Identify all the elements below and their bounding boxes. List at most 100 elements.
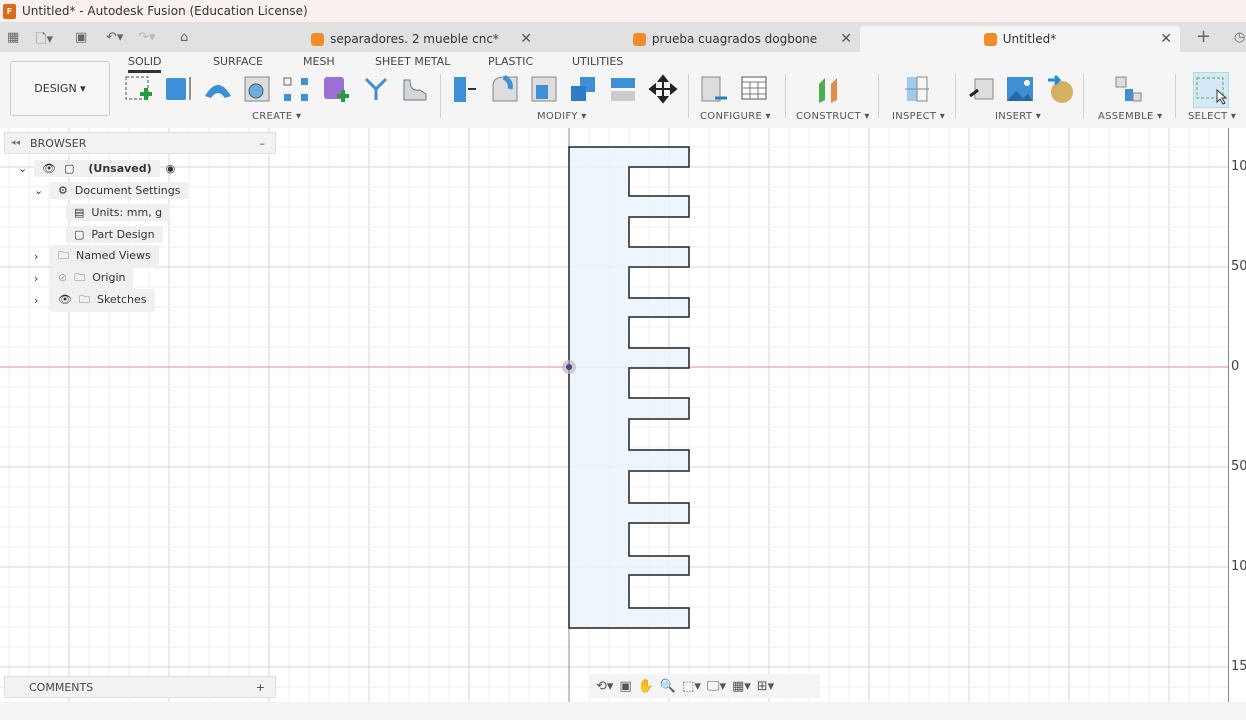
display-settings-icon[interactable]: 🖵▾ bbox=[707, 679, 726, 694]
workspace-switcher[interactable]: DESIGN ▾ bbox=[10, 61, 110, 116]
chevron-right-icon[interactable]: › bbox=[34, 294, 50, 307]
emboss-icon[interactable] bbox=[400, 74, 430, 104]
combine-icon[interactable] bbox=[568, 74, 598, 104]
grid-snaps-icon[interactable]: ▦▾ bbox=[732, 679, 751, 694]
create-sketch-icon[interactable] bbox=[124, 74, 154, 104]
clock-icon[interactable]: ◷ bbox=[1234, 30, 1245, 45]
ruler-label: 50 bbox=[1231, 459, 1246, 474]
configuration-table-icon[interactable] bbox=[739, 74, 769, 104]
tab-solid[interactable]: SOLID bbox=[128, 55, 162, 73]
sketch-profile[interactable] bbox=[0, 128, 1246, 702]
cube-icon bbox=[311, 32, 325, 46]
navigation-bar: ⟲▾ ▣ ✋ 🔍 ⬚▾ 🖵▾ ▦▾ ⊞▾ bbox=[590, 674, 820, 698]
derive-icon[interactable] bbox=[361, 74, 391, 104]
change-parameters-icon[interactable] bbox=[699, 74, 729, 104]
chevron-down-icon[interactable]: ⌄ bbox=[34, 184, 50, 197]
extrude-icon[interactable] bbox=[163, 74, 193, 104]
eye-icon[interactable]: 👁 bbox=[58, 293, 72, 306]
fillet-icon[interactable] bbox=[490, 74, 520, 104]
configure-menu[interactable]: CONFIGURE ▾ bbox=[700, 111, 771, 122]
ruler-label: 0 bbox=[1231, 359, 1240, 374]
modify-menu[interactable]: MODIFY ▾ bbox=[537, 111, 587, 122]
tree-label: Document Settings bbox=[74, 183, 181, 197]
tab-mesh[interactable]: MESH bbox=[303, 55, 335, 68]
press-pull-icon[interactable] bbox=[450, 74, 480, 104]
zoom-icon[interactable]: 🔍 bbox=[660, 679, 676, 694]
chevron-down-icon[interactable]: ⌄ bbox=[18, 162, 34, 175]
comments-title: COMMENTS bbox=[29, 680, 94, 694]
pan-icon[interactable]: ✋ bbox=[638, 679, 654, 694]
redo-icon[interactable]: ↷▾ bbox=[138, 30, 155, 45]
new-tab-icon[interactable]: + bbox=[1196, 26, 1211, 47]
folder-icon: 🗀 bbox=[78, 292, 90, 306]
ruler-label: 50 bbox=[1231, 259, 1246, 274]
construct-menu[interactable]: CONSTRUCT ▾ bbox=[796, 111, 870, 122]
tree-named-views[interactable]: › 🗀 Named Views bbox=[34, 244, 159, 268]
save-icon[interactable]: ▣ bbox=[75, 30, 87, 45]
close-tab-icon[interactable]: ✕ bbox=[1160, 31, 1172, 47]
offset-plane-icon[interactable] bbox=[815, 74, 845, 104]
look-at-icon[interactable]: ▣ bbox=[619, 679, 631, 694]
file-menu-icon[interactable]: 🗋▾ bbox=[36, 30, 53, 52]
create-menu[interactable]: CREATE ▾ bbox=[252, 111, 301, 122]
canvas-image-icon[interactable] bbox=[1005, 74, 1035, 104]
browser-panel-header[interactable]: ◂◂ BROWSER – bbox=[4, 132, 276, 154]
measure-icon[interactable] bbox=[902, 74, 932, 104]
app-grid-icon[interactable]: ▦ bbox=[7, 30, 19, 45]
pattern-icon[interactable] bbox=[281, 74, 311, 104]
ruler-label: 15 bbox=[1231, 659, 1246, 674]
tree-part-design[interactable]: ▢ Part Design bbox=[66, 224, 163, 244]
move-icon[interactable] bbox=[648, 74, 678, 104]
hole-icon[interactable] bbox=[242, 74, 272, 104]
chevron-right-icon[interactable]: › bbox=[34, 272, 50, 285]
tab-prueba[interactable]: prueba cuagrados dogbone ✕ bbox=[590, 26, 860, 52]
tab-label: separadores. 2 mueble cnc* bbox=[330, 32, 499, 46]
title-bar: F Untitled* - Autodesk Fusion (Education… bbox=[0, 0, 1246, 22]
collapse-panel-icon[interactable]: ◂◂ bbox=[11, 138, 20, 148]
comb-sketch-outline[interactable] bbox=[568, 146, 690, 629]
close-tab-icon[interactable]: ✕ bbox=[840, 31, 852, 47]
tab-separadores[interactable]: separadores. 2 mueble cnc* ✕ bbox=[270, 26, 540, 52]
add-comment-icon[interactable]: + bbox=[256, 681, 265, 694]
revolve-icon[interactable] bbox=[203, 74, 233, 104]
select-icon[interactable] bbox=[1193, 72, 1229, 108]
insert-mesh-icon[interactable] bbox=[1046, 74, 1076, 104]
create-form-icon[interactable] bbox=[321, 74, 351, 104]
insert-derive-icon[interactable] bbox=[967, 74, 997, 104]
tab-untitled[interactable]: Untitled* ✕ bbox=[860, 26, 1180, 52]
comments-panel[interactable]: COMMENTS + bbox=[4, 676, 276, 698]
tab-label: prueba cuagrados dogbone bbox=[651, 32, 818, 46]
tab-plastic[interactable]: PLASTIC bbox=[488, 55, 533, 68]
chevron-right-icon[interactable]: › bbox=[34, 250, 50, 263]
fit-icon[interactable]: ⬚▾ bbox=[682, 679, 701, 694]
tree-document-settings[interactable]: ⌄ ⚙ Document Settings bbox=[34, 180, 189, 200]
offset-face-icon[interactable] bbox=[608, 74, 638, 104]
assemble-menu[interactable]: ASSEMBLE ▾ bbox=[1098, 111, 1162, 122]
tab-utilities[interactable]: UTILITIES bbox=[572, 55, 623, 68]
eye-hidden-icon[interactable]: ⊘ bbox=[58, 271, 67, 284]
component-icon: ▢ bbox=[74, 227, 85, 241]
gear-icon: ⚙ bbox=[58, 183, 68, 197]
orbit-icon[interactable]: ⟲▾ bbox=[596, 679, 613, 694]
tree-sketches[interactable]: › 👁 🗀 Sketches bbox=[34, 288, 155, 312]
undo-icon[interactable]: ↶▾ bbox=[106, 30, 123, 45]
shell-icon[interactable] bbox=[529, 74, 559, 104]
select-menu[interactable]: SELECT ▾ bbox=[1188, 111, 1236, 122]
home-icon[interactable]: ⌂ bbox=[180, 30, 188, 45]
document-tab-bar: ▦ 🗋▾ ▣ ↶▾ ↷▾ ⌂ separadores. 2 mueble cnc… bbox=[0, 22, 1246, 52]
tree-units[interactable]: ▤ Units: mm, g bbox=[66, 202, 171, 222]
tab-surface[interactable]: SURFACE bbox=[213, 55, 263, 68]
viewport-canvas[interactable]: 10 50 0 50 10 15 bbox=[0, 128, 1246, 702]
insert-menu[interactable]: INSERT ▾ bbox=[995, 111, 1041, 122]
new-component-icon[interactable] bbox=[1113, 74, 1143, 104]
tree-origin[interactable]: › ⊘ 🗀 Origin bbox=[34, 266, 134, 290]
close-tab-icon[interactable]: ✕ bbox=[520, 31, 532, 47]
activate-radio-icon[interactable]: ◉ bbox=[166, 162, 176, 175]
tree-root[interactable]: ⌄ 👁 ▢ (Unsaved) ◉ bbox=[18, 158, 175, 178]
toolbar-divider bbox=[1083, 74, 1084, 118]
inspect-menu[interactable]: INSPECT ▾ bbox=[892, 111, 945, 122]
eye-icon[interactable]: 👁 bbox=[42, 162, 56, 175]
minimize-icon[interactable]: – bbox=[260, 137, 266, 150]
viewports-icon[interactable]: ⊞▾ bbox=[757, 679, 774, 694]
tab-sheet-metal[interactable]: SHEET METAL bbox=[375, 55, 450, 68]
